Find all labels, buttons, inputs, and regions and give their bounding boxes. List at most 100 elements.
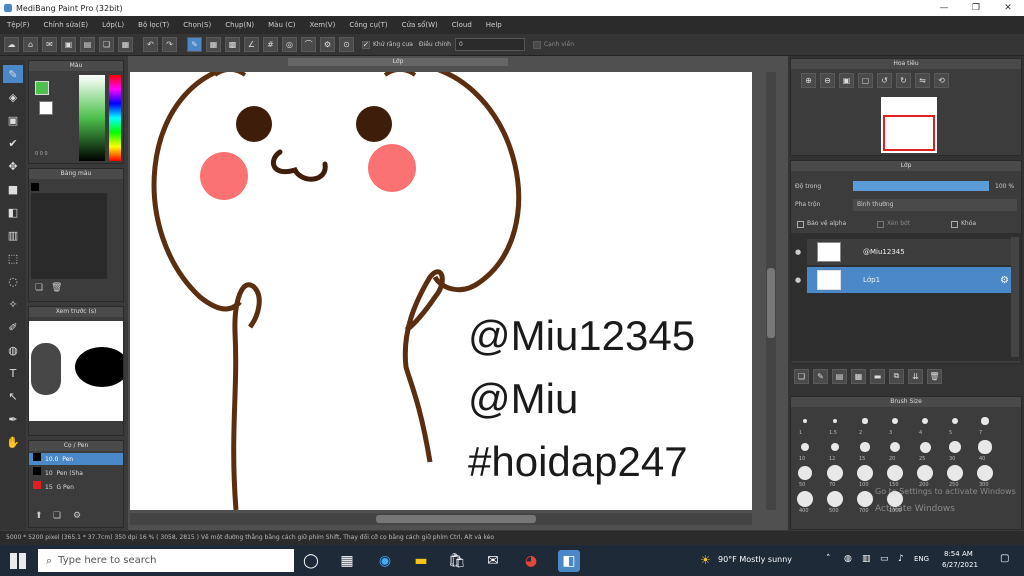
menu-color[interactable]: Màu (C) bbox=[268, 21, 295, 29]
brush-size-preset[interactable] bbox=[978, 440, 992, 454]
correction-dropdown[interactable]: 0 bbox=[454, 38, 525, 51]
widgets-icon[interactable]: ▦ bbox=[336, 550, 358, 572]
weather-icon[interactable]: ☀ bbox=[700, 553, 711, 567]
menu-file[interactable]: Tệp(F) bbox=[7, 21, 30, 29]
menu-filter[interactable]: Bộ lọc(T) bbox=[138, 21, 169, 29]
minimize-icon[interactable]: — bbox=[928, 0, 960, 16]
brush-size-preset[interactable] bbox=[949, 441, 961, 453]
select-tool-icon[interactable]: ⬚ bbox=[3, 249, 23, 267]
color-field[interactable] bbox=[79, 75, 105, 161]
notification-icon[interactable]: ▢ bbox=[1000, 553, 1009, 564]
layer-row-lop1[interactable]: ● Lớp1 ⚙ bbox=[795, 267, 1013, 293]
snap-curve-icon[interactable]: ⌒ bbox=[301, 37, 316, 52]
antialias-checkbox[interactable]: ✓ bbox=[362, 40, 370, 49]
hand-tool-icon[interactable]: ✋ bbox=[3, 433, 23, 451]
brush-size-preset[interactable] bbox=[830, 442, 840, 452]
select-pen-icon[interactable]: ✐ bbox=[3, 318, 23, 336]
operation-tool-icon[interactable]: ↖ bbox=[3, 387, 23, 405]
brush-size-preset[interactable] bbox=[797, 465, 813, 481]
lasso-tool-icon[interactable]: ◌ bbox=[3, 272, 23, 290]
edge-icon[interactable]: ◉ bbox=[374, 550, 396, 572]
brush-size-preset[interactable] bbox=[800, 442, 810, 452]
brush-size-preset[interactable] bbox=[827, 465, 843, 481]
reset-view-icon[interactable]: ⟲ bbox=[934, 73, 949, 88]
new-folder-icon[interactable]: ▦ bbox=[851, 368, 866, 384]
undo-icon[interactable]: ↶ bbox=[143, 37, 158, 52]
gradient-tool-icon[interactable]: ▥ bbox=[3, 226, 23, 244]
file-explorer-icon[interactable]: ▬ bbox=[410, 550, 432, 572]
close-icon[interactable]: ✕ bbox=[992, 0, 1024, 16]
redo-icon[interactable]: ↷ bbox=[162, 37, 177, 52]
layer-row-miu12345[interactable]: ● @Miu12345 bbox=[795, 239, 1013, 265]
tray-chevron-icon[interactable]: ˄ bbox=[826, 554, 831, 564]
menu-help[interactable]: Help bbox=[486, 21, 502, 29]
vertical-scrollbar-thumb[interactable] bbox=[767, 268, 775, 338]
duplicate-layer-icon[interactable]: ⧉ bbox=[889, 368, 904, 384]
home-icon[interactable]: ⌂ bbox=[23, 37, 38, 52]
layer-settings-icon[interactable]: ⚙ bbox=[1000, 275, 1009, 286]
weather-text[interactable]: 90°F Mostly sunny bbox=[718, 555, 792, 564]
snap-circle-icon[interactable]: ◎ bbox=[282, 37, 297, 52]
fill-tool-icon[interactable]: ◧ bbox=[3, 203, 23, 221]
menu-cloud[interactable]: Cloud bbox=[452, 21, 472, 29]
clock-time[interactable]: 8:54 AM bbox=[944, 550, 973, 558]
mail-icon[interactable]: ✉ bbox=[482, 550, 504, 572]
brush-size-preset[interactable] bbox=[947, 465, 963, 481]
paste-icon[interactable]: ▦ bbox=[118, 37, 133, 52]
text-tool-icon[interactable]: T bbox=[3, 364, 23, 382]
dot-tool-icon[interactable]: ▣ bbox=[3, 111, 23, 129]
lock-checkbox[interactable] bbox=[951, 221, 958, 228]
volume-icon[interactable]: ♪ bbox=[898, 554, 904, 564]
pen-mode-icon[interactable]: ✎ bbox=[187, 37, 202, 52]
zoom-in-icon[interactable]: ⊕ bbox=[801, 73, 816, 88]
brush-size-preset[interactable] bbox=[977, 465, 993, 481]
brush-size-preset[interactable] bbox=[951, 417, 959, 425]
tray-app-icon[interactable]: ◍ bbox=[844, 554, 852, 564]
zoom-out-icon[interactable]: ⊖ bbox=[820, 73, 835, 88]
chrome-icon[interactable]: ◕ bbox=[520, 550, 542, 572]
menu-edit[interactable]: Chỉnh sửa(E) bbox=[44, 21, 89, 29]
brush-size-preset[interactable] bbox=[919, 441, 931, 453]
move-tool-icon[interactable]: ✥ bbox=[3, 157, 23, 175]
edge-checkbox[interactable] bbox=[532, 40, 541, 49]
brush-size-preset[interactable] bbox=[827, 491, 843, 507]
visibility-eye-icon[interactable]: ● bbox=[795, 248, 801, 256]
brush-size-preset[interactable] bbox=[917, 465, 933, 481]
canvas-horizontal-scrollbar[interactable] bbox=[130, 513, 752, 525]
layer-vertical-scrollbar[interactable] bbox=[1011, 237, 1019, 357]
brush-copy-icon[interactable]: ❏ bbox=[53, 511, 61, 521]
rotate-right-icon[interactable]: ↻ bbox=[896, 73, 911, 88]
brush-size-preset[interactable] bbox=[889, 441, 901, 453]
chat-icon[interactable]: ✉ bbox=[42, 37, 57, 52]
save-icon[interactable]: ▣ bbox=[61, 37, 76, 52]
brush-size-preset[interactable] bbox=[857, 491, 873, 507]
palette-delete-icon[interactable]: 🗑 bbox=[51, 283, 62, 293]
brush-item-pen[interactable]: 10.0 Pen bbox=[29, 453, 123, 465]
windows-start-icon[interactable] bbox=[10, 553, 26, 569]
clock-date[interactable]: 6/27/2021 bbox=[942, 561, 978, 569]
menu-snap[interactable]: Chụp(N) bbox=[225, 21, 254, 29]
settings-icon[interactable]: ⚙ bbox=[320, 37, 335, 52]
magic-wand-icon[interactable]: ✧ bbox=[3, 295, 23, 313]
task-view-icon[interactable]: ◯ bbox=[300, 550, 322, 572]
battery-icon[interactable]: ▭ bbox=[880, 554, 889, 564]
primary-color-swatch[interactable] bbox=[35, 81, 49, 95]
layer-folder-icon[interactable]: ▬ bbox=[870, 368, 885, 384]
eyedropper-icon[interactable]: ✒ bbox=[3, 410, 23, 428]
brush-add-icon[interactable]: ⬆ bbox=[35, 511, 43, 521]
copy-icon[interactable]: ❏ bbox=[99, 37, 114, 52]
grid-icon[interactable]: ▦ bbox=[206, 37, 221, 52]
menu-select[interactable]: Chọn(S) bbox=[183, 21, 211, 29]
blend-mode-dropdown[interactable]: Bình thường bbox=[853, 199, 1017, 211]
flip-icon[interactable]: ⇋ bbox=[915, 73, 930, 88]
fit-icon[interactable]: ▣ bbox=[839, 73, 854, 88]
new-8bit-icon[interactable]: ▤ bbox=[832, 368, 847, 384]
actual-size-icon[interactable]: ▢ bbox=[858, 73, 873, 88]
eraser-tool-icon[interactable]: ◈ bbox=[3, 88, 23, 106]
protect-alpha-checkbox[interactable] bbox=[797, 221, 804, 228]
palette-swatch-black[interactable] bbox=[31, 183, 39, 191]
reset-icon[interactable]: ⊙ bbox=[339, 37, 354, 52]
brush-item-gpen[interactable]: 15 G Pen bbox=[29, 481, 123, 493]
brush-settings-icon[interactable]: ⚙ bbox=[73, 511, 81, 521]
cloud-icon[interactable]: ☁ bbox=[4, 37, 19, 52]
